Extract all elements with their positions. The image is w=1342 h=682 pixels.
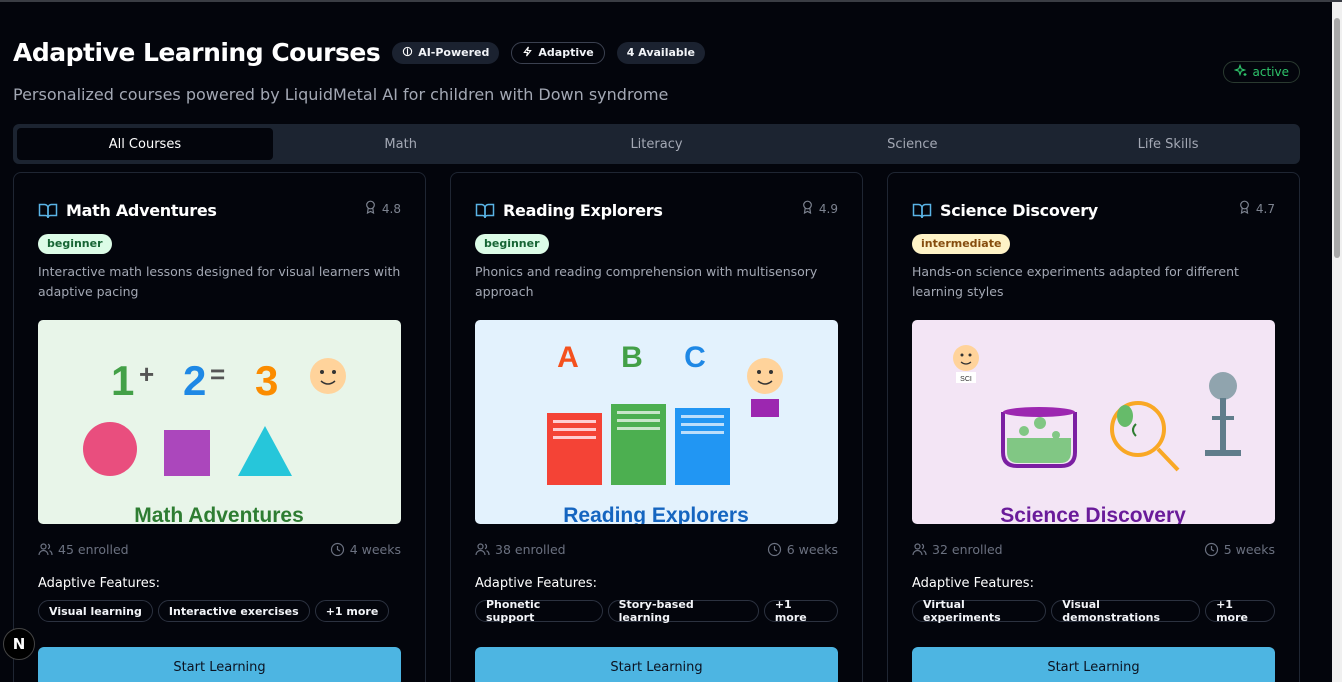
more-features-tag[interactable]: +1 more bbox=[1205, 598, 1275, 624]
brain-icon bbox=[402, 46, 413, 60]
book-open-icon bbox=[912, 202, 932, 220]
tab-life-skills[interactable]: Life Skills bbox=[1040, 128, 1296, 160]
tab-all-courses[interactable]: All Courses bbox=[17, 128, 273, 160]
award-icon bbox=[801, 200, 814, 217]
svg-text:3: 3 bbox=[255, 357, 278, 404]
feature-tag: Visual learning bbox=[38, 600, 153, 622]
course-description: Hands-on science experiments adapted for… bbox=[912, 264, 1239, 299]
course-card-math-adventures: Math Adventures 4.8 beginner Interactive… bbox=[13, 172, 426, 682]
svg-text:1: 1 bbox=[111, 357, 134, 404]
svg-text:SCI: SCI bbox=[960, 376, 972, 383]
more-features-tag[interactable]: +1 more bbox=[314, 600, 390, 622]
course-rating: 4.9 bbox=[801, 200, 838, 217]
clock-icon bbox=[767, 542, 782, 557]
course-description: Interactive math lessons designed for vi… bbox=[38, 264, 401, 299]
course-title[interactable]: Science Discovery bbox=[940, 201, 1098, 220]
course-meta: 45 enrolled 4 weeks bbox=[38, 542, 401, 557]
course-duration: 4 weeks bbox=[330, 542, 401, 557]
feature-tags: Visual learning Interactive exercises +1… bbox=[38, 600, 401, 622]
page-subtitle: Personalized courses powered by LiquidMe… bbox=[13, 85, 669, 104]
svg-text:Science Discovery: Science Discovery bbox=[1000, 504, 1186, 524]
course-grid: Math Adventures 4.8 beginner Interactive… bbox=[13, 172, 1300, 682]
course-duration: 6 weeks bbox=[767, 542, 838, 557]
users-icon bbox=[38, 542, 53, 557]
course-duration: 5 weeks bbox=[1204, 542, 1275, 557]
clock-icon bbox=[330, 542, 345, 557]
course-description: Phonics and reading comprehension with m… bbox=[475, 264, 818, 299]
course-card-science-discovery: Science Discovery 4.7 intermediate Hands… bbox=[887, 172, 1300, 682]
svg-text:Math Adventures: Math Adventures bbox=[134, 504, 304, 524]
feature-tag: Phonetic support bbox=[475, 598, 603, 624]
card-header: Science Discovery bbox=[912, 201, 1275, 220]
course-title[interactable]: Reading Explorers bbox=[503, 201, 663, 220]
level-badge: beginner bbox=[38, 234, 112, 254]
users-icon bbox=[475, 542, 490, 557]
enrolled-count: 45 enrolled bbox=[38, 542, 129, 557]
course-card-reading-explorers: Reading Explorers 4.9 beginner Phonics a… bbox=[450, 172, 863, 682]
tab-math[interactable]: Math bbox=[273, 128, 529, 160]
card-header: Reading Explorers bbox=[475, 201, 838, 220]
svg-text:+: + bbox=[139, 359, 154, 389]
dev-tools-badge[interactable]: N bbox=[3, 628, 35, 660]
adaptive-badge: Adaptive bbox=[511, 41, 605, 64]
card-header: Math Adventures bbox=[38, 201, 401, 220]
page-title: Adaptive Learning Courses bbox=[13, 38, 381, 67]
course-thumbnail-math: 1 + 2 = 3 Math Adventures bbox=[38, 320, 401, 524]
page-header: Adaptive Learning Courses AI-Powered Ada… bbox=[13, 38, 1303, 104]
feature-tag: Story-based learning bbox=[607, 598, 759, 624]
ai-powered-badge: AI-Powered bbox=[392, 41, 500, 64]
svg-text:Reading Explorers: Reading Explorers bbox=[563, 504, 749, 524]
course-thumbnail-reading: A B C Reading Explorers bbox=[475, 320, 838, 524]
svg-text:A: A bbox=[557, 341, 579, 374]
tab-literacy[interactable]: Literacy bbox=[529, 128, 785, 160]
start-learning-button[interactable]: Start Learning bbox=[38, 647, 401, 682]
book-open-icon bbox=[38, 202, 58, 220]
svg-text:C: C bbox=[684, 341, 706, 374]
award-icon bbox=[1238, 200, 1251, 217]
course-rating: 4.7 bbox=[1238, 200, 1275, 217]
start-learning-button[interactable]: Start Learning bbox=[912, 647, 1275, 682]
svg-text:B: B bbox=[621, 341, 643, 374]
feature-tags: Phonetic support Story-based learning +1… bbox=[475, 598, 838, 624]
feature-tags: Virtual experiments Visual demonstration… bbox=[912, 598, 1275, 624]
course-rating: 4.8 bbox=[364, 200, 401, 217]
available-count-badge: 4 Available bbox=[616, 41, 706, 64]
course-title[interactable]: Math Adventures bbox=[66, 201, 217, 220]
level-badge: beginner bbox=[475, 234, 549, 254]
course-category-tabs: All Courses Math Literacy Science Life S… bbox=[13, 124, 1300, 164]
award-icon bbox=[364, 200, 377, 217]
book-open-icon bbox=[475, 202, 495, 220]
course-meta: 38 enrolled 6 weeks bbox=[475, 542, 838, 557]
title-row: Adaptive Learning Courses AI-Powered Ada… bbox=[13, 38, 1303, 67]
feature-tag: Virtual experiments bbox=[912, 598, 1047, 624]
vertical-scrollbar[interactable] bbox=[1332, 2, 1342, 682]
features-label: Adaptive Features: bbox=[912, 576, 1034, 591]
course-meta: 32 enrolled 5 weeks bbox=[912, 542, 1275, 557]
enrolled-count: 38 enrolled bbox=[475, 542, 566, 557]
more-features-tag[interactable]: +1 more bbox=[763, 598, 838, 624]
users-icon bbox=[912, 542, 927, 557]
features-label: Adaptive Features: bbox=[38, 576, 160, 591]
level-badge: intermediate bbox=[912, 234, 1011, 254]
status-badge: active bbox=[1222, 61, 1300, 83]
svg-text:=: = bbox=[210, 359, 225, 389]
feature-tag: Interactive exercises bbox=[157, 600, 310, 622]
features-label: Adaptive Features: bbox=[475, 576, 597, 591]
svg-text:2: 2 bbox=[183, 357, 206, 404]
course-thumbnail-science: SCI Science Discovery bbox=[912, 320, 1275, 524]
start-learning-button[interactable]: Start Learning bbox=[475, 647, 838, 682]
enrolled-count: 32 enrolled bbox=[912, 542, 1003, 557]
scrollbar-thumb[interactable] bbox=[1334, 18, 1340, 258]
feature-tag: Visual demonstrations bbox=[1051, 598, 1201, 624]
tab-science[interactable]: Science bbox=[784, 128, 1040, 160]
clock-icon bbox=[1204, 542, 1219, 557]
sparkles-icon bbox=[1233, 63, 1248, 81]
zap-icon bbox=[522, 46, 533, 60]
